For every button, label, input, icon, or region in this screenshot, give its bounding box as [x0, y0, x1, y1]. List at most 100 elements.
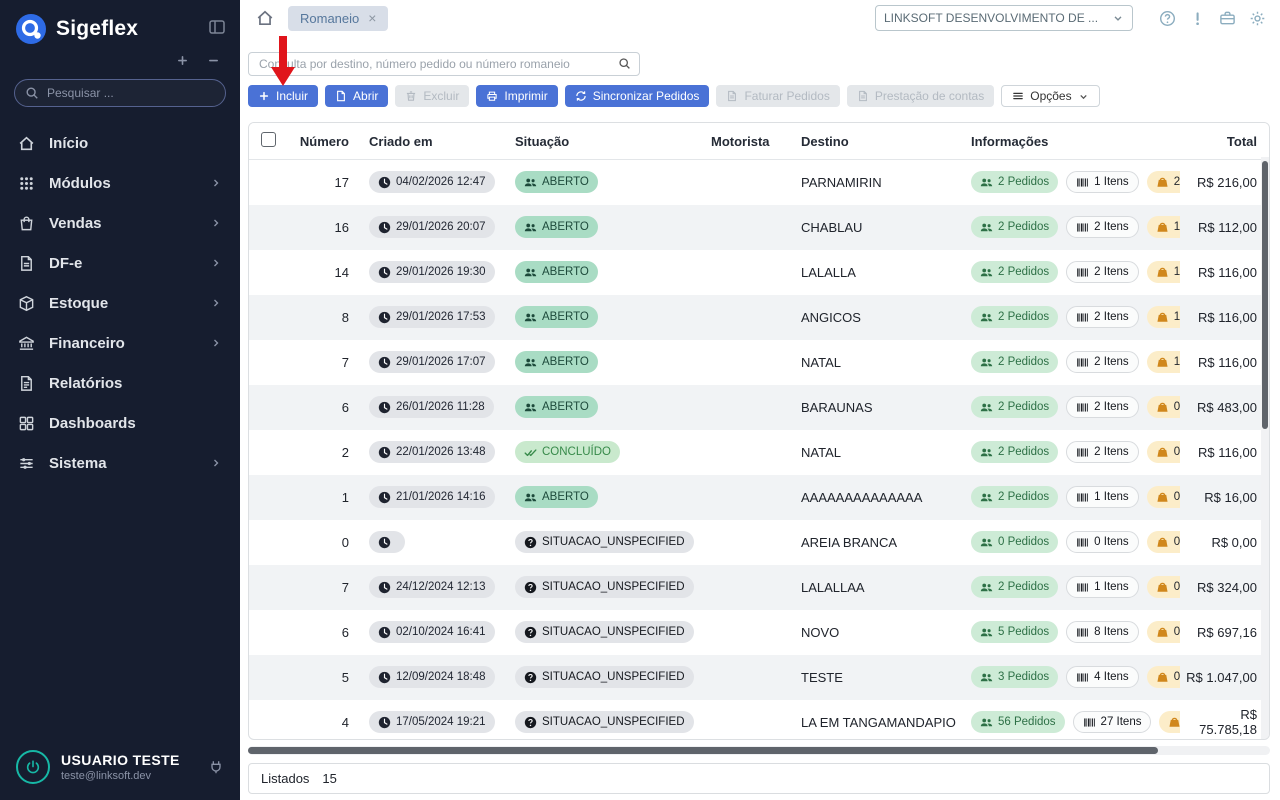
- table-row[interactable]: 17 04/02/2026 12:47 ABERTO PARNAMIRIN 2 …: [249, 160, 1269, 205]
- collapse-all-icon[interactable]: [207, 54, 220, 67]
- sidebar-item-label: Relatórios: [49, 375, 122, 392]
- search-input[interactable]: [248, 52, 640, 76]
- table-row[interactable]: 6 02/10/2024 16:41 SITUACAO_UNSPECIFIED …: [249, 610, 1269, 655]
- cell-motorista: [705, 520, 795, 565]
- table-row[interactable]: 4 17/05/2024 19:21 SITUACAO_UNSPECIFIED …: [249, 700, 1269, 741]
- col-destino[interactable]: Destino: [795, 123, 965, 160]
- itens-text: 27 Itens: [1101, 716, 1142, 728]
- status-badge: CONCLUÍDO: [515, 441, 620, 463]
- col-numero[interactable]: Número: [285, 123, 363, 160]
- opcoes-button[interactable]: Opções: [1001, 85, 1099, 107]
- weight-icon: [1156, 356, 1169, 369]
- created-badge: 22/01/2026 13:48: [369, 441, 495, 463]
- table-row[interactable]: 16 29/01/2026 20:07 ABERTO CHABLAU 2 Ped…: [249, 205, 1269, 250]
- check-double-icon: [524, 446, 537, 459]
- itens-badge: 4 Itens: [1066, 666, 1139, 688]
- table-row[interactable]: 2 22/01/2026 13:48 CONCLUÍDO NATAL 2 Ped…: [249, 430, 1269, 475]
- itens-text: 2 Itens: [1094, 446, 1129, 458]
- sincronizar-pedidos-button[interactable]: Sincronizar Pedidos: [565, 85, 710, 107]
- plug-icon[interactable]: [208, 759, 224, 775]
- chevron-right-icon: [210, 257, 222, 269]
- table-row[interactable]: 6 26/01/2026 11:28 ABERTO BARAUNAS 2 Ped…: [249, 385, 1269, 430]
- cell-numero: 1: [285, 475, 363, 520]
- users-icon: [524, 311, 537, 324]
- home-icon[interactable]: [256, 9, 274, 27]
- cell-destino: BARAUNAS: [795, 385, 965, 430]
- search-icon[interactable]: [618, 57, 631, 70]
- question-icon: [524, 626, 537, 639]
- table-row[interactable]: 14 29/01/2026 19:30 ABERTO LALALLA 2 Ped…: [249, 250, 1269, 295]
- clock-icon: [378, 491, 391, 504]
- created-text: 29/01/2026 17:07: [396, 356, 486, 368]
- vertical-scrollbar[interactable]: [1261, 157, 1269, 739]
- table-row[interactable]: 0 SITUACAO_UNSPECIFIED AREIA BRANCA 0 Pe…: [249, 520, 1269, 565]
- select-all-checkbox[interactable]: [261, 132, 276, 147]
- sidebar-search-input[interactable]: [14, 79, 226, 107]
- created-badge: 29/01/2026 19:30: [369, 261, 495, 283]
- incluir-button[interactable]: Incluir: [248, 85, 318, 107]
- company-selector[interactable]: LINKSOFT DESENVOLVIMENTO DE ...: [875, 5, 1133, 31]
- horizontal-scrollbar[interactable]: [248, 746, 1270, 755]
- abrir-button[interactable]: Abrir: [325, 85, 388, 107]
- sidebar-item-vendas[interactable]: Vendas: [0, 203, 240, 243]
- created-text: 02/10/2024 16:41: [396, 626, 486, 638]
- col-criado-em[interactable]: Criado em: [363, 123, 509, 160]
- clock-icon: [378, 356, 391, 369]
- clock-icon: [378, 446, 391, 459]
- sidebar-item-sistema[interactable]: Sistema: [0, 443, 240, 483]
- briefcase-icon[interactable]: [1219, 10, 1236, 27]
- vertical-scrollbar-thumb[interactable]: [1262, 161, 1268, 429]
- sidebar-item-financeiro[interactable]: Financeiro: [0, 323, 240, 363]
- settings-icon[interactable]: [1249, 10, 1266, 27]
- itens-text: 1 Itens: [1094, 581, 1129, 593]
- table-row[interactable]: 1 21/01/2026 14:16 ABERTO AAAAAAAAAAAAAA…: [249, 475, 1269, 520]
- status-text: SITUACAO_UNSPECIFIED: [542, 581, 685, 593]
- info-icon[interactable]: [1189, 10, 1206, 27]
- sidebar-item-inicio[interactable]: Início: [0, 123, 240, 163]
- romaneio-table: Número Criado em Situação Motorista Dest…: [248, 122, 1270, 740]
- sidebar-item-estoque[interactable]: Estoque: [0, 283, 240, 323]
- user-email: teste@linksoft.dev: [61, 770, 180, 782]
- cell-total: R$ 116,00: [1180, 340, 1269, 385]
- col-informacoes[interactable]: Informações: [965, 123, 1180, 160]
- info-badges: 2 Pedidos 1 Itens 2.00 kg: [971, 171, 1174, 193]
- sidebar-collapse-icon[interactable]: [208, 18, 226, 36]
- sidebar-item-dashboards[interactable]: Dashboards: [0, 403, 240, 443]
- users-icon: [524, 176, 537, 189]
- weight-icon: [1156, 491, 1169, 504]
- users-icon: [524, 491, 537, 504]
- faturar-pedidos-button[interactable]: Faturar Pedidos: [716, 85, 839, 107]
- tab-close-icon[interactable]: ×: [368, 13, 376, 23]
- chevron-down-icon: [1078, 91, 1089, 102]
- invoice-icon: [857, 90, 869, 102]
- col-situacao[interactable]: Situação: [509, 123, 705, 160]
- imprimir-button[interactable]: Imprimir: [476, 85, 557, 107]
- sidebar-item-relatorios[interactable]: Relatórios: [0, 363, 240, 403]
- peso-text: 1.00 kg: [1174, 266, 1180, 278]
- sidebar-item-df-e[interactable]: DF-e: [0, 243, 240, 283]
- weight-icon: [1156, 401, 1169, 414]
- tab-romaneio[interactable]: Romaneio ×: [288, 6, 388, 31]
- help-icon[interactable]: [1159, 10, 1176, 27]
- col-motorista[interactable]: Motorista: [705, 123, 795, 160]
- expand-all-icon[interactable]: [176, 54, 189, 67]
- clock-icon: [378, 176, 391, 189]
- pedidos-text: 2 Pedidos: [998, 311, 1049, 323]
- table-row[interactable]: 5 12/09/2024 18:48 SITUACAO_UNSPECIFIED …: [249, 655, 1269, 700]
- table-row[interactable]: 7 24/12/2024 12:13 SITUACAO_UNSPECIFIED …: [249, 565, 1269, 610]
- barcode-icon: [1076, 446, 1089, 459]
- peso-badge: 0.00 kg: [1147, 531, 1180, 553]
- excluir-button[interactable]: Excluir: [395, 85, 469, 107]
- weight-icon: [1156, 626, 1169, 639]
- power-icon[interactable]: [16, 750, 50, 784]
- prestacao-de-contas-button[interactable]: Prestação de contas: [847, 85, 994, 107]
- horizontal-scrollbar-thumb[interactable]: [248, 747, 1158, 754]
- table-row[interactable]: 8 29/01/2026 17:53 ABERTO ANGICOS 2 Pedi…: [249, 295, 1269, 340]
- table-row[interactable]: 7 29/01/2026 17:07 ABERTO NATAL 2 Pedido…: [249, 340, 1269, 385]
- cell-motorista: [705, 295, 795, 340]
- cell-total: R$ 116,00: [1180, 430, 1269, 475]
- col-total[interactable]: Total: [1180, 123, 1269, 160]
- modules-icon: [18, 175, 35, 192]
- sidebar-item-modulos[interactable]: Módulos: [0, 163, 240, 203]
- status-text: SITUACAO_UNSPECIFIED: [542, 626, 685, 638]
